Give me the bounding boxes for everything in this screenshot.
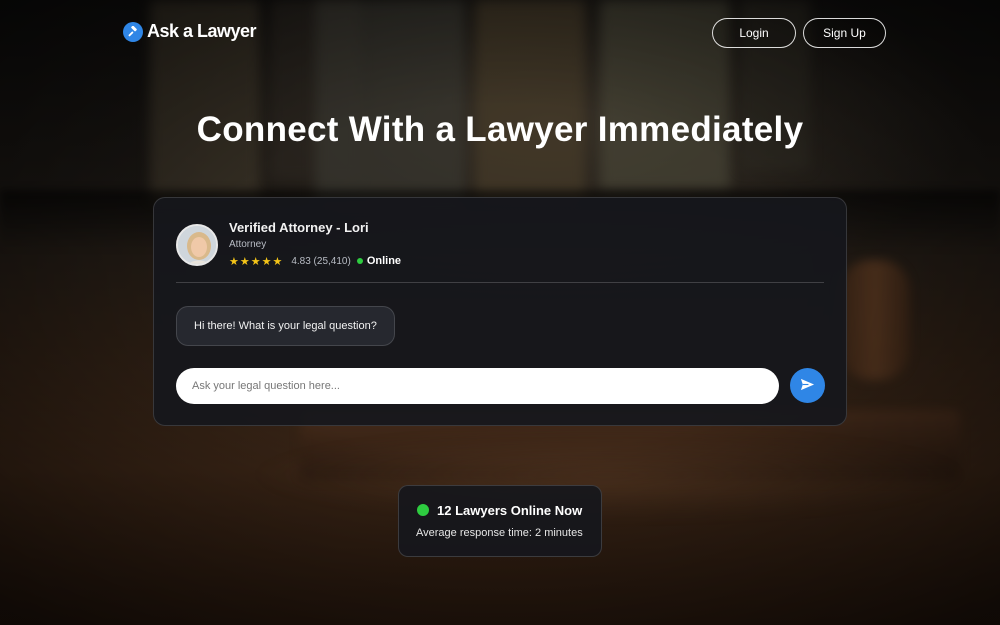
greeting-text: Hi there! What is your legal question? bbox=[194, 320, 377, 332]
attorney-avatar bbox=[176, 224, 218, 266]
page-title: Connect With a Lawyer Immediately bbox=[196, 110, 804, 149]
rating-row: ★★★★★ 4.83 (25,410) Online bbox=[229, 254, 401, 268]
send-icon bbox=[800, 377, 815, 395]
chat-widget: Verified Attorney - Lori Attorney ★★★★★ … bbox=[153, 197, 847, 426]
brand-name: Ask a Lawyer bbox=[147, 21, 257, 41]
gavel-icon bbox=[123, 21, 143, 42]
response-time: Average response time: 2 minutes bbox=[416, 527, 583, 539]
greeting-message: Hi there! What is your legal question? bbox=[176, 306, 395, 346]
top-nav: Ask a Lawyer Login Sign Up bbox=[0, 0, 1000, 64]
login-button[interactable]: Login bbox=[712, 18, 796, 48]
online-indicator-icon bbox=[417, 504, 429, 516]
attorney-role: Attorney bbox=[229, 239, 267, 250]
lawyers-online-count: 12 Lawyers Online Now bbox=[437, 503, 583, 518]
signup-button[interactable]: Sign Up bbox=[803, 18, 886, 48]
star-rating-icon: ★★★★★ bbox=[229, 255, 284, 268]
send-button[interactable] bbox=[790, 368, 825, 403]
rating-value: 4.83 (25,410) bbox=[291, 255, 351, 267]
availability-card: 12 Lawyers Online Now Average response t… bbox=[398, 485, 602, 557]
online-status-dot bbox=[356, 258, 363, 264]
attorney-name: Verified Attorney - Lori bbox=[229, 220, 369, 235]
logo[interactable]: Ask a Lawyer bbox=[123, 21, 257, 42]
question-input[interactable] bbox=[176, 368, 779, 404]
divider bbox=[176, 282, 824, 283]
online-status-label: Online bbox=[366, 255, 402, 267]
